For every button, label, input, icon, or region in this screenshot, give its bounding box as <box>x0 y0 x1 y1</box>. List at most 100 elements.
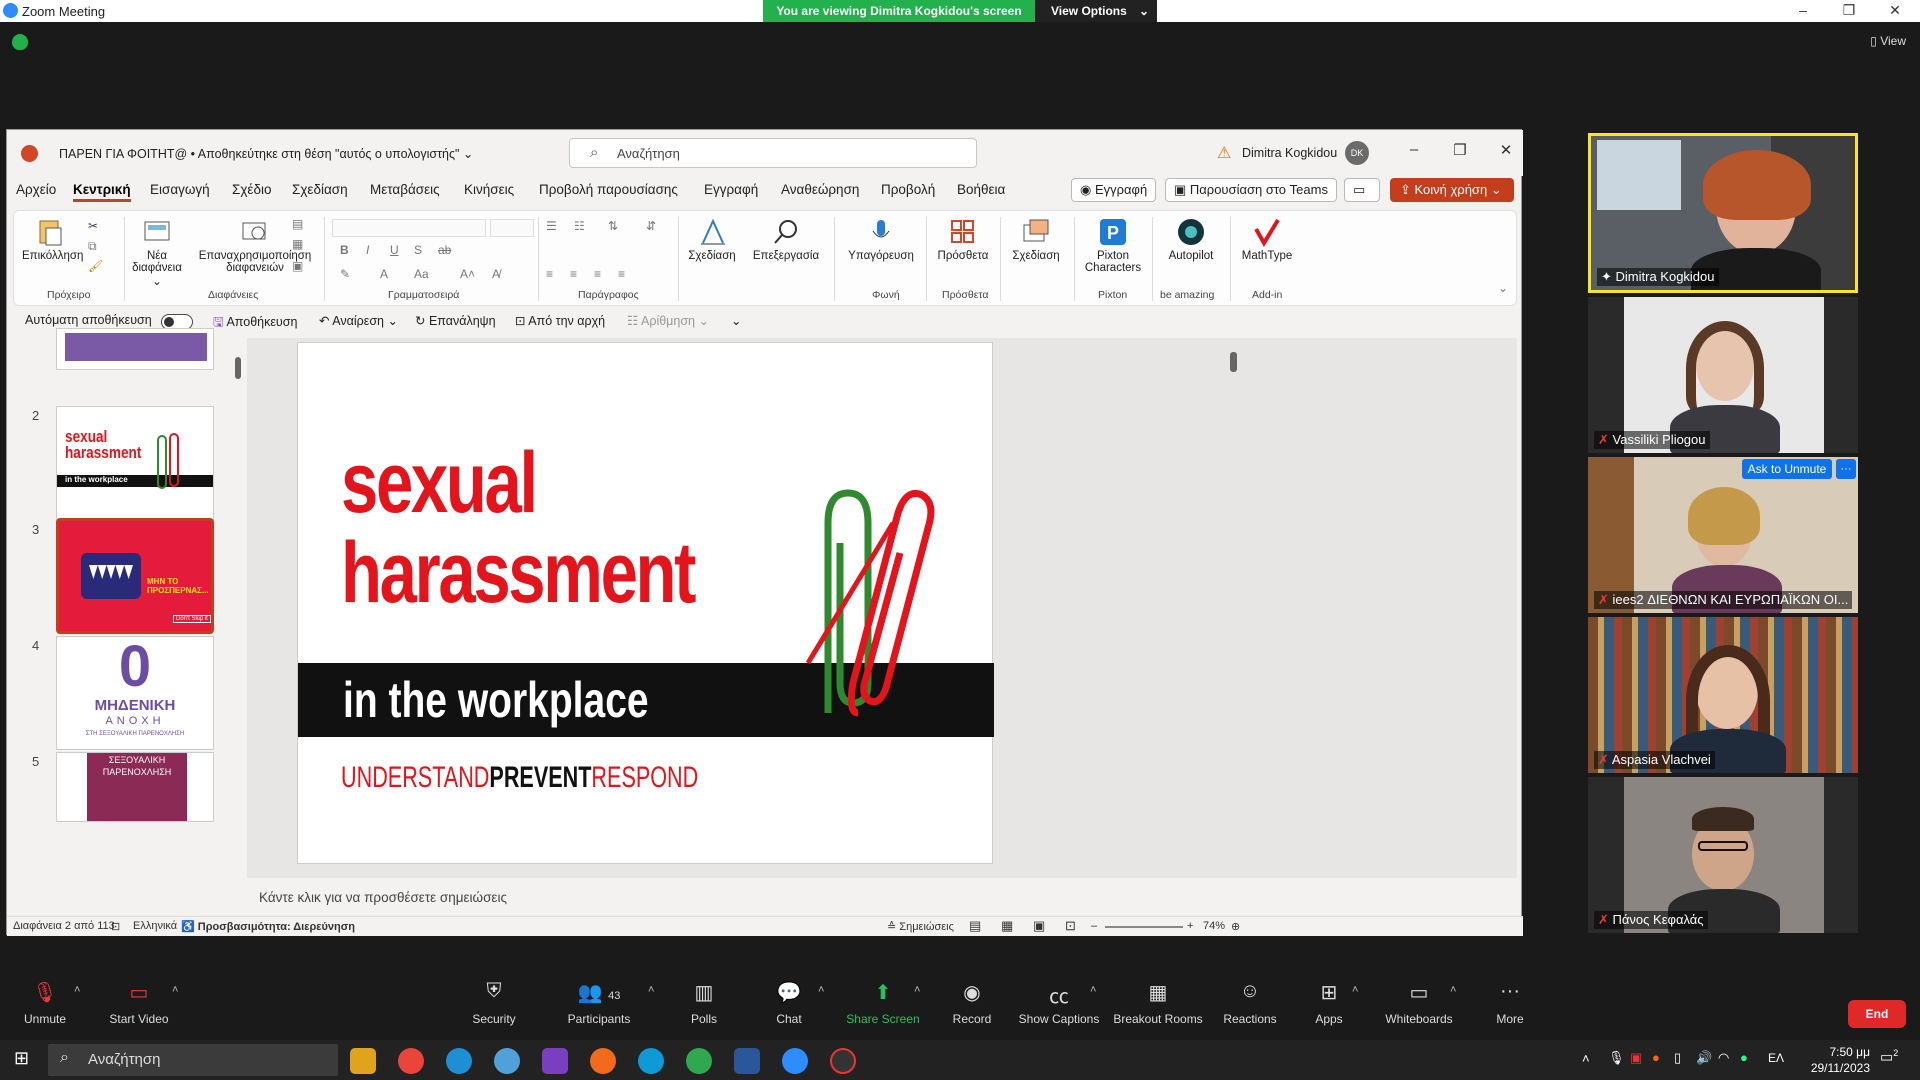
paste-button[interactable]: Επικόλληση <box>22 217 83 262</box>
start-video-button[interactable]: ▭ Start Video <box>94 980 184 1026</box>
comments-icon[interactable]: ▭ <box>1344 178 1380 202</box>
chrome-profile-icon[interactable] <box>686 1048 712 1074</box>
encryption-shield-icon[interactable] <box>12 34 28 50</box>
slideshow-view-icon[interactable]: ⊡ <box>1065 918 1076 934</box>
file-explorer-icon[interactable] <box>350 1048 376 1074</box>
notes-pane[interactable]: Κάντε κλικ για να προσθέσετε σημειώσεις <box>247 882 1517 910</box>
system-tray-chevron-icon[interactable]: ˄ <box>1582 1051 1590 1066</box>
participant-tile[interactable]: Ask to Unmute ··· ✗ iees2 ΔΙΕΘΝΩΝ ΚΑΙ ΕΥ… <box>1588 457 1858 613</box>
thumbnail-slide-3[interactable]: ΜΗΝ ΤΟ ΠΡΟΣΠΕΡΝΑΣ... Don't Skip it <box>56 518 214 634</box>
zoom-level[interactable]: 74% <box>1203 920 1225 932</box>
participant-tile[interactable]: ✗ Aspasia Vlachvei <box>1588 617 1858 773</box>
zoom-out-icon[interactable]: – <box>1091 920 1097 932</box>
justify-icon[interactable]: ≡ <box>618 267 625 281</box>
record-button[interactable]: ◉ Record <box>927 980 1017 1026</box>
from-start-button[interactable]: ⊡ Από την αρχή <box>515 313 605 328</box>
zoom-taskbar-icon[interactable] <box>782 1048 808 1074</box>
close-icon[interactable]: ✕ <box>1880 2 1910 19</box>
warning-icon[interactable]: ⚠ <box>1217 143 1231 163</box>
firefox-icon[interactable] <box>590 1048 616 1074</box>
editing-button[interactable]: Επεξεργασία <box>744 217 828 262</box>
font-size-select[interactable] <box>490 219 534 237</box>
thumbnail-scrollbar[interactable] <box>235 343 243 903</box>
app-icon[interactable] <box>542 1048 568 1074</box>
app-icon[interactable] <box>830 1048 856 1074</box>
breakout-rooms-button[interactable]: ▦ Breakout Rooms <box>1113 980 1203 1026</box>
apps-button[interactable]: ⊞ Apps <box>1284 980 1374 1026</box>
avatar[interactable]: DK <box>1345 141 1369 165</box>
language-status[interactable]: Ελληνικά <box>133 920 177 932</box>
thumbnail-slide-1[interactable] <box>56 328 214 370</box>
share-chevron-icon[interactable]: ˄ <box>914 984 920 996</box>
tab-view[interactable]: Προβολή <box>881 182 935 197</box>
reactions-button[interactable]: ☺ Reactions <box>1205 980 1295 1026</box>
captions-chevron-icon[interactable]: ˄ <box>1090 984 1096 996</box>
tray-app-icon[interactable]: ● <box>1652 1050 1660 1065</box>
format-painter-icon[interactable]: 🖌 <box>88 259 103 273</box>
layout-icon[interactable]: ▤ <box>292 217 303 231</box>
close-icon[interactable]: ✕ <box>1491 141 1521 159</box>
line-spacing-icon[interactable]: ⇅ <box>608 219 618 233</box>
minimize-icon[interactable]: – <box>1788 2 1818 18</box>
clock[interactable]: 7:50 μμ 29/11/2023 <box>1811 1044 1870 1076</box>
fit-slide-icon[interactable]: ⊕ <box>1231 920 1240 933</box>
minimize-icon[interactable]: – <box>1399 141 1429 158</box>
whiteboards-chevron-icon[interactable]: ˄ <box>1450 984 1456 996</box>
addins-button[interactable]: Πρόσθετα <box>930 217 996 262</box>
participants-chevron-icon[interactable]: ˄ <box>648 984 654 996</box>
tab-record[interactable]: Εγγραφή <box>704 182 758 197</box>
ask-to-unmute-button[interactable]: Ask to Unmute <box>1742 459 1832 479</box>
view-button[interactable]: ▯ View <box>1870 34 1906 48</box>
thumbnail-slide-5[interactable]: ΣΕΞΟΥΑΛΙΚΗ ΠΑΡΕΝΟΧΛΗΣΗ <box>56 752 214 822</box>
customize-qat-icon[interactable]: ⌄ <box>731 313 741 328</box>
thumbnail-slide-4[interactable]: 0 ΜΗΔΕΝΙΚΗ ΑΝΟΧΗ ΣΤΗ ΣΕΞΟΥΑΛΙΚΗ ΠΑΡΕΝΟΧΛ… <box>56 636 214 750</box>
cut-icon[interactable]: ✂ <box>88 219 98 233</box>
tab-home[interactable]: Κεντρική <box>73 182 131 202</box>
tab-design[interactable]: Σχέδιο <box>232 182 271 197</box>
security-button[interactable]: ⛨ Security <box>449 980 539 1026</box>
tab-transitions[interactable]: Μεταβάσεις <box>370 182 440 197</box>
windows-start-icon[interactable]: ⊞ <box>14 1048 29 1069</box>
thumbnail-slide-2[interactable]: sexual harassment in the workplace <box>56 406 214 520</box>
restore-icon[interactable]: ❐ <box>1834 2 1864 19</box>
tab-animations[interactable]: Κινήσεις <box>464 182 514 197</box>
font-family-select[interactable] <box>332 219 486 237</box>
microphone-tray-icon[interactable]: 🎙 <box>1608 1050 1625 1066</box>
highlight-icon[interactable]: ✎ <box>340 267 350 281</box>
record-button[interactable]: ◉ Εγγραφή <box>1071 178 1157 202</box>
volume-icon[interactable]: 🔊 <box>1696 1050 1712 1066</box>
draw-button[interactable]: Σχεδίαση <box>684 217 740 262</box>
chat-chevron-icon[interactable]: ˄ <box>818 984 824 996</box>
tray-app-icon[interactable]: ● <box>1740 1050 1748 1065</box>
tab-file[interactable]: Αρχείο <box>16 182 56 197</box>
zoom-in-icon[interactable]: + <box>1187 920 1193 932</box>
collapse-ribbon-icon[interactable]: ⌄ <box>1498 281 1508 295</box>
reset-icon[interactable]: ▦ <box>292 237 303 251</box>
tab-insert[interactable]: Εισαγωγή <box>150 182 210 197</box>
numbering-button[interactable]: ☷ Αρίθμηση ⌄ <box>627 313 709 328</box>
video-options-chevron-icon[interactable]: ˄ <box>172 984 178 996</box>
align-right-icon[interactable]: ≡ <box>594 267 601 281</box>
tab-review[interactable]: Αναθεώρηση <box>781 182 859 197</box>
save-button[interactable]: 🖫 Αποθήκευση <box>213 313 297 334</box>
more-options-button[interactable]: ··· <box>1836 459 1856 479</box>
font-color-icon[interactable]: A <box>380 267 388 281</box>
view-options-button[interactable]: View Options ⌄ <box>1035 0 1157 22</box>
user-name[interactable]: Dimitra Kogkidou <box>1242 146 1337 160</box>
current-slide[interactable]: sexual harassment in the workplace UNDER… <box>297 342 994 864</box>
wifi-icon[interactable]: ◠ <box>1718 1050 1729 1066</box>
numbering-icon[interactable]: ☷ <box>574 219 585 233</box>
dictate-button[interactable]: Υπαγόρευση <box>840 217 922 262</box>
app-icon[interactable] <box>494 1048 520 1074</box>
apps-chevron-icon[interactable]: ˄ <box>1352 984 1358 996</box>
zoom-slider[interactable] <box>1105 926 1183 928</box>
present-teams-button[interactable]: ▣ Παρουσίαση στο Teams <box>1165 178 1337 202</box>
notes-toggle[interactable]: ≙ Σημειώσεις <box>887 920 954 933</box>
tab-slideshow[interactable]: Προβολή παρουσίασης <box>539 182 678 197</box>
participants-button[interactable]: 👥 43 Participants <box>554 980 644 1026</box>
audio-options-chevron-icon[interactable]: ˄ <box>74 984 80 996</box>
shadow-icon[interactable]: S <box>414 243 422 257</box>
slide-sorter-icon[interactable]: ▦ <box>1001 918 1013 934</box>
new-slide-button[interactable]: Νέα διαφάνεια ⌄ <box>126 217 188 288</box>
tab-help[interactable]: Βοήθεια <box>957 182 1005 197</box>
